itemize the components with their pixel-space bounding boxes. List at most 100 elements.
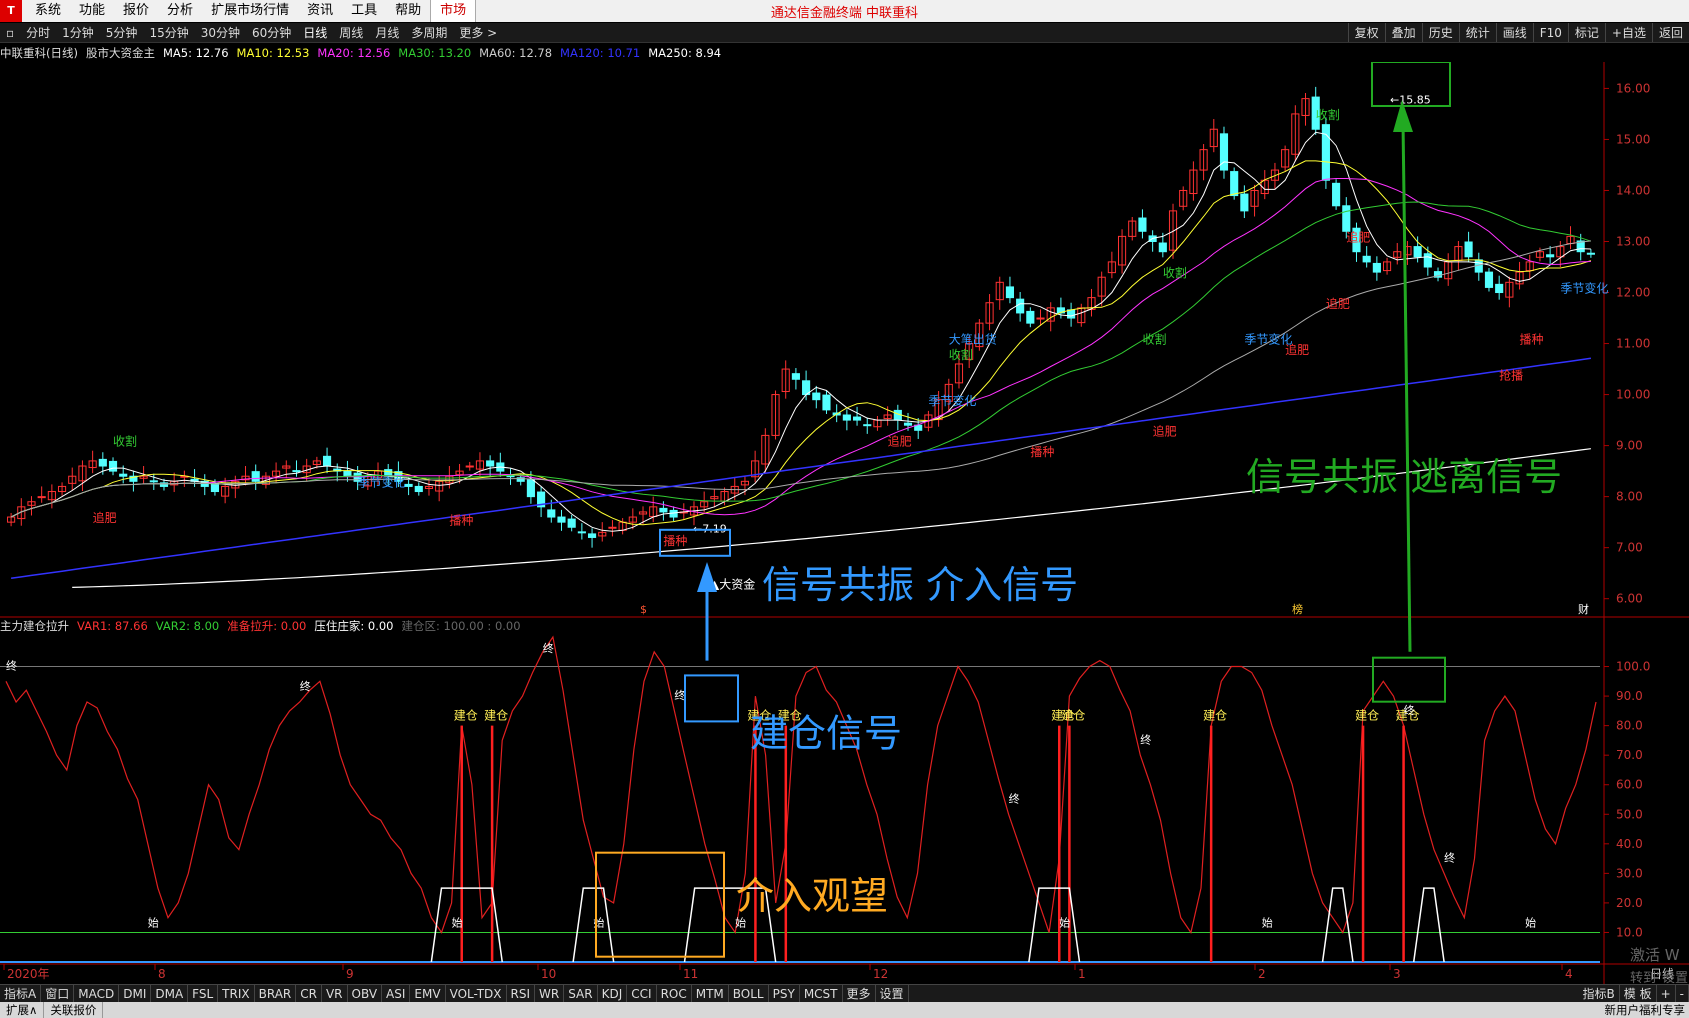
indicator-tab-20[interactable]: MTM xyxy=(692,985,729,1002)
indicator-tab-17[interactable]: KDJ xyxy=(598,985,628,1002)
menu-item-market[interactable]: 市场 xyxy=(430,0,477,22)
time-tick-label: 11 xyxy=(683,967,698,981)
signal-label: 播种 xyxy=(1520,333,1544,347)
period-multi[interactable]: 多周期 xyxy=(405,24,453,41)
indicator-tab-7[interactable]: BRAR xyxy=(255,985,297,1002)
menu-item-system[interactable]: 系统 xyxy=(26,0,70,22)
build-signal-text: 建仓信号 xyxy=(750,711,902,755)
build-label: 建仓 xyxy=(454,709,478,723)
indicator-tab-3[interactable]: DMI xyxy=(119,985,152,1002)
indicator-tab-right-0[interactable]: 指标B xyxy=(1579,985,1620,1002)
back-button[interactable]: 返回 xyxy=(1651,23,1689,42)
candle-body xyxy=(557,516,566,523)
candle-body xyxy=(1158,242,1167,253)
promo-text[interactable]: 新用户福利专享 xyxy=(1605,1002,1686,1018)
time-tick-label: 1 xyxy=(1078,967,1086,981)
history-button[interactable]: 历史 xyxy=(1421,23,1459,42)
indicator-tab-16[interactable]: SAR xyxy=(564,985,598,1002)
indicator-tab-13[interactable]: VOL-TDX xyxy=(446,985,507,1002)
f10-button[interactable]: F10 xyxy=(1532,23,1568,42)
candle-body xyxy=(1413,246,1422,258)
menu-item-analysis[interactable]: 分析 xyxy=(158,0,202,22)
indicator-tick-label: 100.0 xyxy=(1616,660,1650,674)
indicator-tab-2[interactable]: MACD xyxy=(74,985,120,1002)
candle-body xyxy=(659,507,668,513)
menu-item-quote[interactable]: 报价 xyxy=(114,0,158,22)
build-label: 建仓 xyxy=(1203,709,1227,723)
start-marker: 始 xyxy=(1525,916,1536,930)
indicator-tab-14[interactable]: RSI xyxy=(507,985,536,1002)
period-monthly[interactable]: 月线 xyxy=(369,24,405,41)
indicator-tab-24[interactable]: 更多 xyxy=(843,985,876,1002)
signal-label: 收割 xyxy=(949,347,973,362)
indicator-tab-8[interactable]: CR xyxy=(296,985,322,1002)
indicator-tab-11[interactable]: ASI xyxy=(382,985,411,1002)
period-5min[interactable]: 5分钟 xyxy=(100,24,144,41)
start-marker: 始 xyxy=(1262,916,1273,930)
indicator-tab-25[interactable]: 设置 xyxy=(876,985,909,1002)
indicator-tab-6[interactable]: TRIX xyxy=(218,985,255,1002)
add-watchlist-button[interactable]: +自选 xyxy=(1604,23,1652,42)
indicator-name[interactable]: 股市大资金主 xyxy=(86,45,155,61)
menu-item-function[interactable]: 功能 xyxy=(70,0,114,22)
bottom-marker: $ xyxy=(640,603,647,616)
candle-body xyxy=(1036,317,1045,320)
high-price-label: ←15.85 xyxy=(1390,94,1431,107)
signal-label: 抢播 xyxy=(1499,367,1523,382)
menu-item-extended-market[interactable]: 扩展市场行情 xyxy=(202,0,298,22)
indicator-tab-right: 指标B 模 板 + - xyxy=(1579,985,1689,1002)
menu-item-tools[interactable]: 工具 xyxy=(342,0,386,22)
period-intraday[interactable]: 分时 xyxy=(20,24,56,41)
candle-body xyxy=(465,465,474,468)
period-daily[interactable]: 日线 xyxy=(297,24,333,41)
indicator-tab-right-1[interactable]: 模 板 xyxy=(1620,985,1657,1002)
candle-body xyxy=(292,470,301,473)
menu-item-help[interactable]: 帮助 xyxy=(386,0,430,22)
extend-toggle[interactable]: 扩展∧ xyxy=(0,1002,45,1018)
chart-canvas[interactable]: 16.0015.0014.0013.0012.0011.0010.009.008… xyxy=(0,62,1689,984)
indicator-tab-18[interactable]: CCI xyxy=(627,985,657,1002)
panel-toggle-icon[interactable]: ▫ xyxy=(0,26,20,40)
period-30min[interactable]: 30分钟 xyxy=(195,24,246,41)
end-marker: 终 xyxy=(674,688,685,702)
signal-label: 季节变化 xyxy=(1244,332,1292,347)
indicator-tab-1[interactable]: 窗口 xyxy=(41,985,75,1002)
adjust-button[interactable]: 复权 xyxy=(1347,23,1385,42)
indicator-tab-19[interactable]: ROC xyxy=(657,985,692,1002)
build-label: 建仓 xyxy=(484,709,508,723)
indicator-tab-4[interactable]: DMA xyxy=(151,985,189,1002)
candle-body xyxy=(1138,217,1147,232)
end-marker: 终 xyxy=(300,679,311,693)
period-1min[interactable]: 1分钟 xyxy=(56,24,100,41)
indicator-tab-right-2[interactable]: + xyxy=(1657,985,1676,1002)
candle-body xyxy=(863,424,872,427)
time-tick-label: 3 xyxy=(1393,967,1401,981)
indicator-tab-12[interactable]: EMV xyxy=(410,985,446,1002)
period-15min[interactable]: 15分钟 xyxy=(143,24,194,41)
price-tick-label: 11.00 xyxy=(1616,337,1650,351)
draw-button[interactable]: 画线 xyxy=(1495,23,1533,42)
indicator-tab-22[interactable]: PSY xyxy=(769,985,800,1002)
related-quote[interactable]: 关联报价 xyxy=(44,1002,104,1018)
exit-signal-text: 信号共振 逃离信号 xyxy=(1246,455,1562,499)
stats-button[interactable]: 统计 xyxy=(1458,23,1496,42)
indicator-tab-right-3[interactable]: - xyxy=(1676,985,1689,1002)
candle-body xyxy=(812,392,821,401)
period-60min[interactable]: 60分钟 xyxy=(246,24,297,41)
overlay-button[interactable]: 叠加 xyxy=(1384,23,1422,42)
candle-body xyxy=(1464,241,1473,258)
indicator-tab-9[interactable]: VR xyxy=(322,985,348,1002)
menu-item-news[interactable]: 资讯 xyxy=(298,0,342,22)
indicator-tab-10[interactable]: OBV xyxy=(348,985,383,1002)
candle-body xyxy=(1016,298,1025,314)
indicator-tab-5[interactable]: FSL xyxy=(188,985,219,1002)
indicator-tab-21[interactable]: BOLL xyxy=(729,985,769,1002)
indicator-tab-bar: 指标A 窗口 MACD DMI DMA FSL TRIX BRAR CR VR OBV ASI EMV V… xyxy=(0,984,1689,1002)
period-weekly[interactable]: 周线 xyxy=(333,24,369,41)
indicator-tab-23[interactable]: MCST xyxy=(800,985,843,1002)
indicator-tick-label: 80.0 xyxy=(1616,719,1643,733)
period-more[interactable]: 更多 > xyxy=(453,24,503,41)
mark-button[interactable]: 标记 xyxy=(1567,23,1605,42)
indicator-tab-0[interactable]: 指标A xyxy=(0,985,42,1002)
indicator-tab-15[interactable]: WR xyxy=(535,985,565,1002)
